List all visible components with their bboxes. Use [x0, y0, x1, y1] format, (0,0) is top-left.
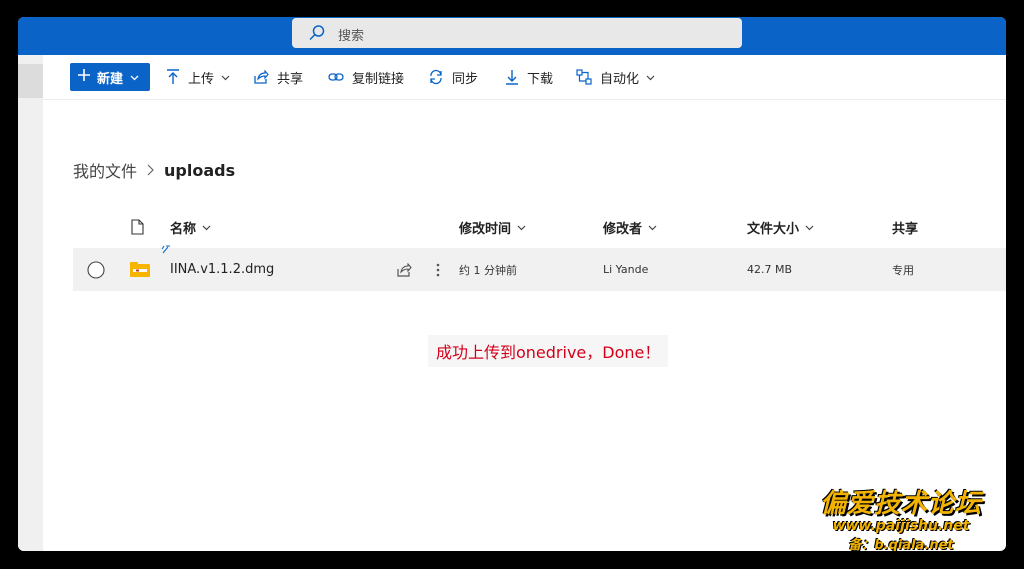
file-size: 42.7 MB: [747, 263, 793, 276]
upload-button[interactable]: 上传: [166, 55, 238, 99]
table-row[interactable]: IINA.v1.1.2.dmg 约 1 分钟前 Li Yande 42.7 MB…: [73, 245, 1006, 291]
archive-file-icon: [130, 248, 150, 291]
file-modified-by[interactable]: Li Yande: [603, 248, 648, 291]
new-button[interactable]: 新建: [70, 63, 150, 91]
column-modified-by-label: 修改者: [603, 221, 643, 237]
column-header-modified-by[interactable]: 修改者: [603, 215, 657, 239]
left-rail: [18, 55, 43, 551]
search-placeholder[interactable]: 搜索: [338, 25, 364, 44]
share-icon: [254, 70, 269, 84]
automate-label: 自动化: [600, 71, 640, 87]
top-bar: 搜索: [18, 17, 1006, 55]
breadcrumb-root[interactable]: 我的文件: [73, 158, 137, 182]
chevron-down-icon: [202, 220, 211, 235]
file-type-header[interactable]: [131, 215, 144, 239]
watermark-title: 偏爱技术论坛: [819, 489, 982, 519]
column-sharing-label: 共享: [892, 221, 919, 237]
sync-label: 同步: [452, 71, 479, 87]
new-button-label: 新建: [97, 71, 124, 87]
chevron-down-icon: [517, 220, 526, 235]
automate-icon: [576, 69, 592, 85]
annotation-text: 成功上传到onedrive，Done！: [428, 335, 669, 367]
chevron-down-icon: [130, 70, 139, 85]
upload-label: 上传: [188, 71, 215, 87]
search-box[interactable]: 搜索: [292, 18, 742, 48]
left-rail-selected[interactable]: [18, 64, 43, 98]
row-share-icon[interactable]: [396, 248, 412, 291]
automate-button[interactable]: 自动化: [576, 55, 663, 99]
breadcrumb-current: uploads: [164, 160, 236, 180]
command-bar: 新建 上传 共享 复制链接 同步 下载 自动化: [43, 55, 1006, 100]
column-size-label: 文件大小: [747, 221, 800, 237]
file-sharing: 专用: [892, 263, 914, 277]
sync-button[interactable]: 同步: [428, 55, 478, 99]
breadcrumb: 我的文件 uploads: [73, 158, 235, 182]
column-header-sharing[interactable]: 共享: [892, 215, 918, 239]
column-modified-label: 修改时间: [459, 221, 512, 237]
download-label: 下载: [527, 71, 554, 87]
copy-link-label: 复制链接: [352, 71, 405, 87]
download-button[interactable]: 下载: [505, 55, 553, 99]
plus-icon: [78, 69, 90, 85]
row-select-checkbox[interactable]: [87, 248, 105, 291]
chevron-right-icon: [147, 161, 154, 180]
file-name[interactable]: IINA.v1.1.2.dmg: [170, 248, 274, 291]
column-header-modified[interactable]: 修改时间: [459, 215, 526, 239]
file-modified: 约 1 分钟前: [459, 263, 517, 277]
chevron-down-icon: [648, 220, 657, 235]
watermark-sub: 备：b.qiala.net: [848, 538, 954, 551]
document-icon: [131, 219, 144, 235]
onedrive-window: 搜索 新建 上传 共享 复制链接 同步 下载 自动化 我的文件 uploads …: [18, 17, 1006, 551]
chevron-down-icon: [805, 220, 814, 235]
download-icon: [506, 70, 518, 85]
upload-icon: [167, 69, 179, 84]
more-options-icon[interactable]: [436, 248, 440, 291]
share-button[interactable]: 共享: [253, 55, 303, 99]
watermark-url: www.paijishu.net: [832, 518, 970, 534]
column-name-label: 名称: [170, 221, 197, 237]
share-label: 共享: [277, 71, 304, 87]
column-header-size[interactable]: 文件大小: [747, 215, 814, 239]
sync-icon: [430, 69, 442, 85]
chevron-down-icon: [221, 70, 238, 85]
column-header-name[interactable]: 名称: [170, 215, 211, 239]
copy-link-button[interactable]: 复制链接: [328, 55, 404, 99]
search-icon: [308, 24, 326, 46]
link-icon: [328, 73, 344, 81]
watermark: 偏爱技术论坛 www.paijishu.net 备：b.qiala.net: [801, 483, 1001, 551]
chevron-down-icon: [646, 70, 663, 85]
